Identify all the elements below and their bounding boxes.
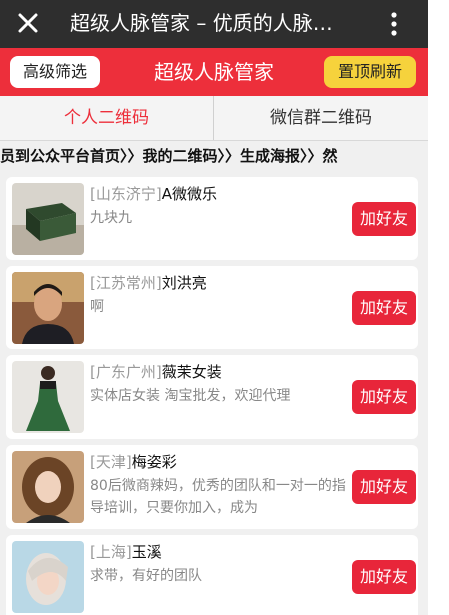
list-item: [广东广州]薇茉女装 实体店女装 淘宝批发，欢迎代理 加好友 [6, 355, 418, 439]
description: 九块九 [90, 210, 132, 226]
description: 求带，有好的团队 [90, 568, 202, 584]
tab-group-qrcode[interactable]: 微信群二维码 [214, 96, 428, 140]
location: [上海] [90, 543, 132, 561]
app-toolbar: 超级人脉管家 高级筛选 置顶刷新 [0, 48, 428, 96]
add-friend-button[interactable]: 加好友 [352, 470, 416, 504]
user-name: 玉溪 [131, 543, 162, 561]
description: 实体店女装 淘宝批发，欢迎代理 [90, 388, 291, 404]
avatar [12, 541, 84, 613]
avatar [12, 272, 84, 344]
close-icon[interactable] [14, 9, 42, 37]
breadcrumb: 员到公众平台首页〉〉我的二维码〉〉生成海报〉〉然 [0, 141, 428, 171]
user-name: 梅姿彩 [131, 453, 177, 471]
list-item: [上海]玉溪 求带，有好的团队 加好友 [6, 535, 418, 615]
add-friend-button[interactable]: 加好友 [352, 291, 416, 325]
user-name: 刘洪亮 [161, 274, 207, 292]
add-friend-button[interactable]: 加好友 [352, 380, 416, 414]
list-item: [山东济宁]A微微乐 九块九 加好友 [6, 177, 418, 260]
list-item: [江苏常州]刘洪亮 啊 加好友 [6, 266, 418, 349]
avatar [12, 183, 84, 255]
top-bar: 超级人脉管家 – 优质的人脉… [0, 0, 428, 48]
avatar [12, 361, 84, 433]
avatar [12, 451, 84, 523]
window-title: 超级人脉管家 – 优质的人脉… [70, 11, 333, 35]
tab-bar: 个人二维码 微信群二维码 [0, 96, 428, 141]
location: [山东济宁] [90, 185, 162, 203]
location: [天津] [90, 453, 132, 471]
add-friend-button[interactable]: 加好友 [352, 560, 416, 594]
add-friend-button[interactable]: 加好友 [352, 202, 416, 236]
list-item: [天津]梅姿彩 80后微商辣妈，优秀的团队和一对一的指导培训，只要你加入，成为 … [6, 445, 418, 529]
right-margin [428, 0, 449, 615]
pin-refresh-button[interactable]: 置顶刷新 [324, 56, 416, 88]
description: 80后微商辣妈，优秀的团队和一对一的指导培训，只要你加入，成为 [90, 478, 346, 516]
user-name: A微微乐 [161, 185, 217, 203]
more-vertical-icon[interactable] [384, 10, 404, 38]
description: 啊 [90, 299, 104, 315]
user-name: 薇茉女装 [161, 363, 222, 381]
advanced-filter-button[interactable]: 高级筛选 [10, 56, 100, 88]
breadcrumb-text: 员到公众平台首页〉〉我的二维码〉〉生成海报〉〉然 [0, 147, 338, 165]
location: [江苏常州] [90, 274, 162, 292]
location: [广东广州] [90, 363, 162, 381]
tab-personal-qrcode[interactable]: 个人二维码 [0, 96, 214, 140]
